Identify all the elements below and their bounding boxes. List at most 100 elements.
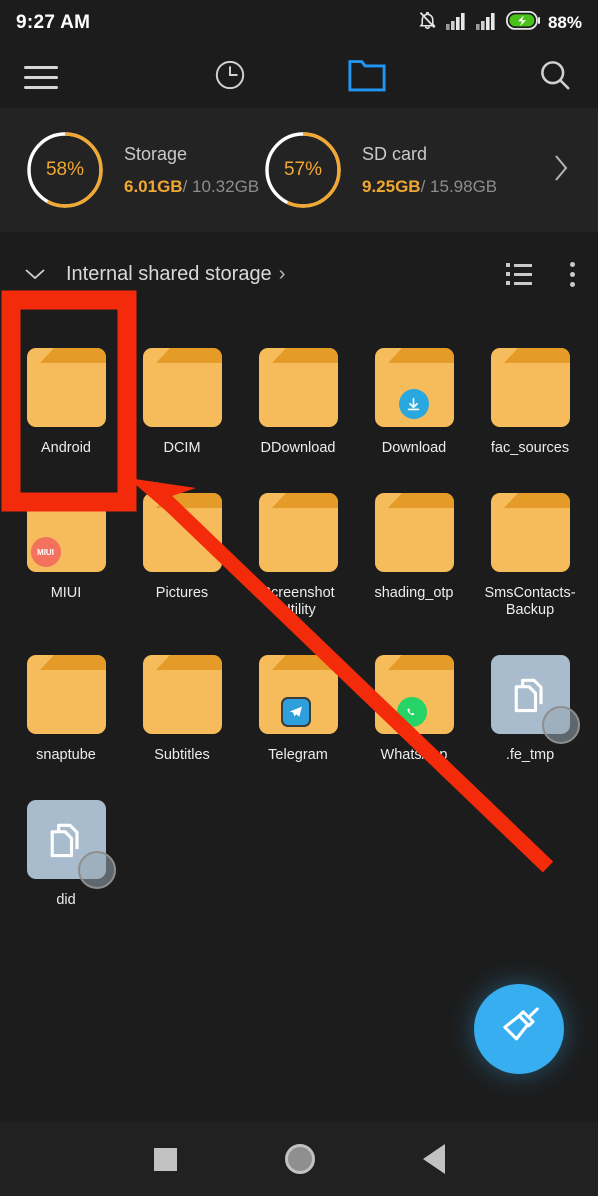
tab-recent[interactable]: [161, 46, 298, 108]
grid-item[interactable]: Android: [8, 312, 124, 457]
status-bar: 9:27 AM 88%: [0, 0, 598, 46]
grid-item-label: fac_sources: [490, 440, 570, 456]
grid-item-label: WhatsApp: [380, 747, 448, 763]
storage-sizes-internal: 6.01GB/ 10.32GB: [124, 177, 259, 196]
grid-item[interactable]: DDownload: [240, 312, 356, 457]
bell-mute-icon: [417, 10, 438, 36]
broom-clean-icon: [496, 1004, 542, 1055]
grid-item[interactable]: fac_sources: [472, 312, 588, 457]
path-actions: [506, 257, 576, 292]
folder-icon: [374, 493, 454, 572]
signal-bars-icon: [445, 12, 468, 35]
tab-files[interactable]: [298, 46, 435, 108]
square-recents-icon[interactable]: [153, 1147, 177, 1171]
file-stack-icon: [490, 655, 580, 744]
grid-item[interactable]: SmsContacts-Backup: [472, 457, 588, 619]
chevron-down-icon[interactable]: [24, 267, 46, 281]
folder-tab: [271, 493, 338, 508]
triangle-back-icon[interactable]: [422, 1144, 445, 1174]
search-icon: [538, 58, 572, 97]
grid-item-label: SmsContacts-Backup: [484, 585, 576, 618]
folder-icon: [490, 348, 570, 427]
file-grid: Android DCIM DDownload Download fac_sources M…: [0, 312, 598, 909]
folder-tab: [387, 493, 454, 508]
grid-item-label: Pictures: [155, 585, 209, 601]
system-nav-bar: [0, 1122, 598, 1196]
grid-item[interactable]: Telegram: [240, 619, 356, 764]
grid-item-label: DCIM: [163, 440, 201, 456]
folder-icon: [142, 655, 222, 734]
storage-ring-internal: 58%: [24, 129, 106, 211]
storage-percent-sdcard: 57%: [283, 159, 323, 180]
grid-item[interactable]: did: [8, 764, 124, 909]
storage-card-internal[interactable]: 58% Storage 6.01GB/ 10.32GB: [0, 129, 262, 211]
grid-item[interactable]: Subtitles: [124, 619, 240, 764]
circle-home-icon[interactable]: [284, 1144, 315, 1174]
grid-item[interactable]: snaptube: [8, 619, 124, 764]
grid-item[interactable]: MIUI MIUI: [8, 457, 124, 619]
folder-tab: [155, 493, 222, 508]
storage-more-chevron-icon[interactable]: [553, 153, 570, 188]
storage-total-internal: / 10.32GB: [182, 176, 260, 196]
folder-icon: [258, 348, 338, 427]
folder-icon: [142, 493, 222, 572]
folder-tab-icon: [347, 58, 386, 97]
folder-tab: [503, 493, 570, 508]
clean-fab-button[interactable]: [474, 984, 564, 1074]
folder-tab: [39, 493, 106, 508]
folder-icon: [374, 348, 454, 427]
breadcrumb-separator: ›: [278, 262, 286, 285]
folder-tab: [271, 655, 338, 670]
grid-item-label: DDownload: [260, 440, 336, 456]
search-button[interactable]: [435, 46, 598, 108]
battery-charging-icon: [505, 10, 540, 35]
folder-tab: [155, 348, 222, 363]
storage-summary-panel[interactable]: 58% Storage 6.01GB/ 10.32GB 57% SD card: [0, 108, 598, 232]
miui-badge-icon: MIUI: [30, 537, 61, 567]
status-icons: 88%: [417, 10, 582, 36]
hamburger-menu-icon: [24, 59, 58, 96]
folder-icon: [374, 655, 454, 734]
grid-item[interactable]: Pictures: [124, 457, 240, 619]
grid-item[interactable]: shading_otp: [356, 457, 472, 619]
grid-item-label: .fe_tmp: [505, 747, 555, 763]
storage-used-internal: 6.01GB: [124, 176, 183, 196]
battery-percent-label: 88%: [547, 13, 582, 32]
menu-button[interactable]: [0, 46, 161, 108]
storage-meta-internal: Storage 6.01GB/ 10.32GB: [124, 144, 259, 197]
grid-item[interactable]: WhatsApp: [356, 619, 472, 764]
folder-icon: [26, 655, 106, 734]
grid-item-label: Subtitles: [154, 747, 210, 763]
folder-tab: [387, 348, 454, 363]
grid-item-label: MIUI: [50, 585, 82, 601]
folder-icon: MIUI: [26, 493, 106, 572]
storage-title-sdcard: SD card: [362, 143, 428, 164]
folder-tab: [271, 348, 338, 363]
telegram-badge-icon: [280, 697, 311, 727]
folder-tab: [39, 655, 106, 670]
storage-percent-internal: 58%: [45, 159, 85, 180]
grid-item-label: did: [56, 892, 76, 908]
folder-icon: [258, 655, 338, 734]
grid-item-label: Screenshot Utility: [261, 585, 335, 618]
storage-ring-sdcard: 57%: [262, 129, 344, 211]
grid-item[interactable]: Screenshot Utility: [240, 457, 356, 619]
grid-item[interactable]: .fe_tmp: [472, 619, 588, 764]
phone-screen: 9:27 AM 88% 58% Storage 6.01GB/ 10.32GB …: [0, 0, 598, 1196]
download-badge-icon: [398, 389, 429, 419]
storage-sizes-sdcard: 9.25GB/ 15.98GB: [362, 177, 497, 196]
file-corner-badge: [77, 851, 116, 889]
more-vertical-icon[interactable]: [570, 257, 576, 292]
app-toolbar: [0, 46, 598, 108]
grid-item[interactable]: Download: [356, 312, 472, 457]
file-corner-badge: [541, 706, 580, 744]
grid-item-label: snaptube: [36, 747, 96, 763]
list-view-icon[interactable]: [506, 258, 532, 290]
breadcrumb-label[interactable]: Internal shared storage: [66, 263, 272, 286]
storage-total-sdcard: / 15.98GB: [420, 176, 498, 196]
clock-history-icon: [213, 58, 247, 97]
grid-item[interactable]: DCIM: [124, 312, 240, 457]
status-clock: 9:27 AM: [16, 12, 91, 33]
grid-item-label: Telegram: [268, 747, 328, 763]
storage-card-sdcard[interactable]: 57% SD card 9.25GB/ 15.98GB: [262, 129, 524, 211]
